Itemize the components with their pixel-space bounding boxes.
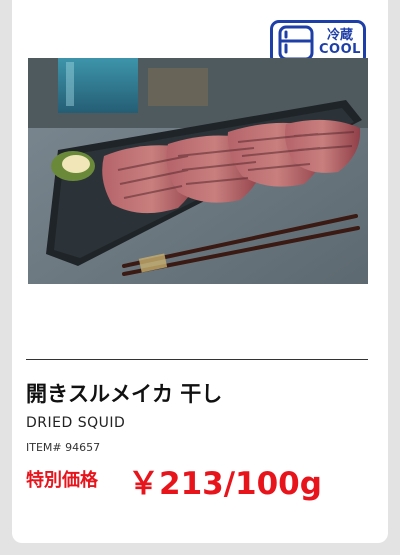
product-card[interactable]: 冷蔵 COOL 開きスルメイカ 干し DRIED SQUID ITEM# 946… (12, 0, 388, 543)
product-name-jp: 開きスルメイカ 干し (26, 382, 223, 406)
price-value: ￥213/100g (128, 466, 322, 502)
special-price-label: 特別価格 (26, 470, 98, 491)
cool-label-jp: 冷蔵 (326, 28, 353, 44)
refrigerator-icon (278, 25, 314, 61)
cool-label-en: COOL (319, 42, 361, 57)
item-number: ITEM# 94657 (26, 441, 101, 454)
product-name-en: DRIED SQUID (26, 415, 126, 431)
dried-squid-photo[interactable] (28, 58, 368, 284)
divider (26, 359, 368, 360)
